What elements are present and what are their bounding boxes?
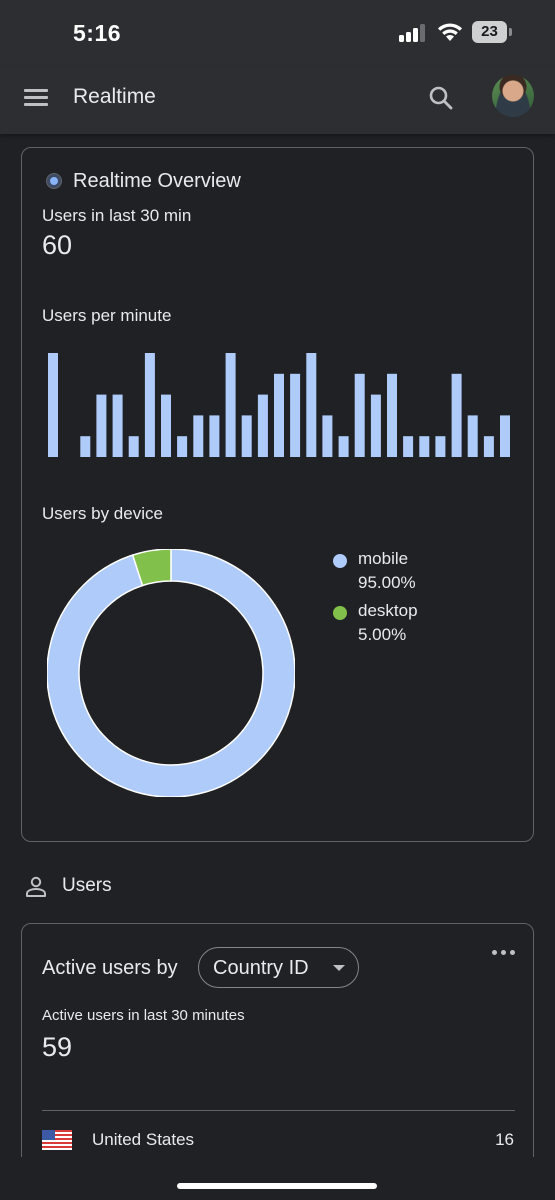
legend-item-mobile: mobile 95.00% — [333, 549, 483, 601]
bar-minute-6 — [128, 436, 139, 457]
bar-minute-22 — [387, 373, 397, 457]
donut-slice-mobile — [47, 549, 295, 797]
users-section-title: Users — [62, 875, 112, 896]
search-icon[interactable] — [428, 85, 454, 111]
status-bar: 5:16 23 — [0, 0, 555, 66]
more-horiz-icon[interactable] — [492, 950, 516, 958]
bar-minute-17 — [306, 353, 317, 457]
bar-minute-29 — [500, 415, 510, 457]
home-indicator[interactable] — [177, 1183, 377, 1189]
legend-label-desktop: desktop — [358, 601, 418, 620]
dimension-dropdown[interactable]: Country ID — [198, 947, 359, 988]
dropdown-arrow-icon — [333, 965, 345, 971]
bar-minute-9 — [177, 436, 188, 457]
live-indicator-icon — [47, 174, 61, 188]
page-title: Realtime — [73, 85, 156, 108]
active-users-value: 59 — [42, 1032, 73, 1062]
device-legend: mobile 95.00% desktop 5.00% — [333, 549, 483, 653]
bar-minute-27 — [467, 415, 478, 457]
bar-minute-20 — [354, 373, 365, 457]
active-users-heading: Active users by — [42, 957, 178, 979]
bar-minute-14 — [257, 394, 268, 457]
users-section-header: Users — [24, 873, 224, 903]
bar-minute-3 — [80, 436, 91, 457]
active-users-subtitle: Active users in last 30 minutes — [42, 1007, 245, 1024]
realtime-overview-card: Realtime Overview Users in last 30 min 6… — [21, 147, 534, 842]
bar-minute-28 — [483, 436, 494, 457]
legend-label-mobile: mobile — [358, 549, 409, 568]
wifi-icon — [438, 23, 462, 41]
bar-minute-8 — [161, 394, 171, 457]
country-value: 16 — [495, 1130, 514, 1149]
bar-minute-26 — [451, 373, 462, 457]
menu-icon[interactable] — [24, 87, 50, 107]
country-name: United States — [92, 1130, 195, 1149]
overview-title: Realtime Overview — [73, 170, 241, 192]
legend-item-desktop: desktop 5.00% — [333, 601, 483, 653]
cellular-signal-icon — [399, 24, 429, 42]
bar-minute-15 — [274, 373, 284, 457]
bar-minute-16 — [290, 373, 301, 457]
bar-minute-5 — [112, 394, 123, 457]
bar-minute-24 — [419, 436, 430, 457]
bar-minute-25 — [435, 436, 446, 457]
bar-minute-13 — [241, 415, 252, 457]
bottom-safe-area — [0, 1157, 555, 1200]
person-icon — [26, 876, 46, 897]
bar-minute-19 — [338, 436, 349, 457]
realtime-screen: 5:16 23 Realtime Realtime Overview Users… — [0, 0, 555, 1200]
battery-icon: 23 — [472, 21, 512, 43]
bar-minute-12 — [225, 353, 236, 457]
users-by-device-label: Users by device — [42, 504, 163, 523]
status-time: 5:16 — [73, 20, 122, 46]
users-30min-value: 60 — [42, 230, 73, 260]
us-flag-icon — [42, 1130, 72, 1150]
legend-value-mobile: 95.00% — [358, 573, 416, 592]
legend-swatch-mobile — [333, 554, 347, 568]
bar-minute-10 — [193, 415, 204, 457]
users-per-minute-chart — [48, 353, 510, 457]
bar-minute-18 — [322, 415, 333, 457]
bar-minute-1 — [48, 353, 58, 457]
users-per-minute-label: Users per minute — [42, 306, 172, 325]
bar-minute-7 — [144, 353, 155, 457]
bar-minute-4 — [96, 394, 107, 457]
legend-swatch-desktop — [333, 606, 347, 620]
legend-value-desktop: 5.00% — [358, 625, 407, 644]
app-bar: Realtime — [0, 66, 555, 134]
users-by-device-donut — [47, 549, 295, 797]
dimension-dropdown-label: Country ID — [213, 957, 309, 979]
users-30min-label: Users in last 30 min — [42, 206, 192, 225]
avatar[interactable] — [492, 75, 534, 117]
battery-level: 23 — [481, 23, 498, 40]
bar-minute-23 — [403, 436, 414, 457]
table-divider — [42, 1110, 515, 1111]
bar-minute-21 — [370, 394, 381, 457]
bar-minute-11 — [209, 415, 220, 457]
